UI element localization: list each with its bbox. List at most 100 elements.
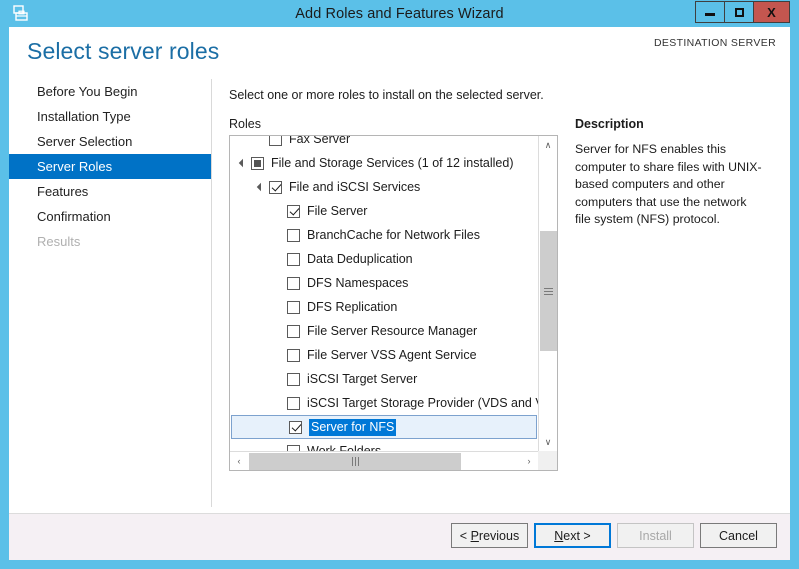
tree-row[interactable]: File Server: [230, 199, 538, 223]
tree-row[interactable]: File Server Resource Manager: [230, 319, 538, 343]
install-button: Install: [617, 523, 694, 548]
role-label: DFS Namespaces: [307, 276, 409, 290]
tree-row[interactable]: Fax Server: [230, 136, 538, 151]
roles-tree-list: Fax Server File and Storage Services (1 o…: [230, 136, 538, 451]
sidebar-item-features[interactable]: Features: [9, 179, 211, 204]
role-label: File and Storage Services (1 of 12 insta…: [271, 156, 514, 170]
role-checkbox[interactable]: [287, 204, 300, 218]
role-label: DFS Replication: [307, 300, 398, 314]
role-checkbox[interactable]: [287, 372, 300, 386]
role-checkbox[interactable]: [287, 252, 300, 266]
previous-button[interactable]: < Previous: [451, 523, 528, 548]
scroll-grip-icon: [351, 457, 359, 466]
destination-server-label: DESTINATION SERVER: [653, 37, 776, 49]
expand-twisty-icon[interactable]: [255, 180, 269, 194]
scroll-down-icon[interactable]: ∨: [539, 433, 557, 451]
tree-row[interactable]: iSCSI Target Server: [230, 367, 538, 391]
window-title: Add Roles and Features Wizard: [295, 5, 504, 22]
role-label: File Server Resource Manager: [307, 324, 478, 338]
role-label: Work Folders: [307, 444, 382, 451]
roles-label: Roles: [229, 117, 261, 131]
role-checkbox[interactable]: [287, 300, 300, 314]
wizard-body: Before You Begin Installation Type Serve…: [9, 79, 790, 514]
minimize-icon: [705, 13, 715, 16]
wizard-client-area: Select server roles DESTINATION SERVER B…: [9, 27, 790, 560]
main-panel: Select one or more roles to install on t…: [213, 79, 790, 507]
tree-row[interactable]: Work Folders: [230, 439, 538, 451]
footer-buttons: < Previous Next > Install Cancel: [451, 523, 777, 548]
role-checkbox[interactable]: [287, 348, 300, 362]
next-button[interactable]: Next >: [534, 523, 611, 548]
role-checkbox[interactable]: [287, 228, 300, 242]
role-checkbox[interactable]: [287, 276, 300, 290]
wizard-steps-nav: Before You Begin Installation Type Serve…: [9, 79, 212, 507]
roles-tree-viewport: Fax Server File and Storage Services (1 o…: [230, 136, 538, 451]
maximize-button[interactable]: [724, 1, 754, 23]
sidebar-item-before-you-begin[interactable]: Before You Begin: [9, 79, 211, 104]
sidebar-item-results: Results: [37, 234, 81, 249]
scrollbar-corner: [538, 451, 557, 470]
scroll-right-icon[interactable]: ›: [520, 452, 538, 470]
sidebar-item-server-selection[interactable]: Server Selection: [9, 129, 211, 154]
tree-row[interactable]: Server for NFS: [231, 415, 537, 439]
roles-tree[interactable]: Fax Server File and Storage Services (1 o…: [229, 135, 558, 471]
title-bar[interactable]: Add Roles and Features Wizard X: [9, 0, 790, 27]
scroll-grip-icon: [544, 287, 553, 295]
tree-row[interactable]: BranchCache for Network Files: [230, 223, 538, 247]
tree-row[interactable]: Data Deduplication: [230, 247, 538, 271]
expand-twisty-icon[interactable]: [237, 156, 251, 170]
role-label: iSCSI Target Server: [307, 372, 418, 386]
page-title: Select server roles: [27, 38, 220, 64]
role-checkbox[interactable]: [251, 156, 264, 170]
sidebar-item-installation-type[interactable]: Installation Type: [9, 104, 211, 129]
next-button-label: Next >: [554, 528, 591, 543]
tree-row[interactable]: iSCSI Target Storage Provider (VDS and V…: [230, 391, 538, 415]
role-label: Server for NFS: [309, 418, 397, 436]
role-label: Data Deduplication: [307, 252, 413, 266]
window-controls: X: [695, 1, 790, 23]
minimize-button[interactable]: [695, 1, 725, 23]
sidebar-item-confirmation[interactable]: Confirmation: [9, 204, 211, 229]
role-label: File Server VSS Agent Service: [307, 348, 477, 362]
role-label: File and iSCSI Services: [289, 180, 421, 194]
tree-row[interactable]: File Server VSS Agent Service: [230, 343, 538, 367]
tree-row[interactable]: DFS Replication: [230, 295, 538, 319]
previous-button-label: < Previous: [459, 528, 520, 543]
close-button[interactable]: X: [753, 1, 790, 23]
tree-row[interactable]: File and iSCSI Services: [230, 175, 538, 199]
scroll-up-icon[interactable]: ∧: [539, 136, 557, 154]
role-checkbox[interactable]: [287, 324, 300, 338]
tree-row[interactable]: DFS Namespaces: [230, 271, 538, 295]
roles-tree-horizontal-scrollbar[interactable]: ‹ ›: [230, 451, 538, 470]
tree-row[interactable]: File and Storage Services (1 of 12 insta…: [230, 151, 538, 175]
role-checkbox[interactable]: [289, 420, 302, 434]
role-label: iSCSI Target Storage Provider (VDS and V…: [307, 396, 538, 410]
cancel-button[interactable]: Cancel: [700, 523, 777, 548]
vertical-scroll-thumb[interactable]: [540, 231, 557, 351]
role-label: Fax Server: [289, 136, 351, 146]
role-label: BranchCache for Network Files: [307, 228, 480, 242]
role-label: File Server: [307, 204, 368, 218]
horizontal-scroll-thumb[interactable]: [249, 453, 461, 470]
description-text: Server for NFS enables this computer to …: [575, 142, 762, 227]
server-wizard-icon: [12, 5, 30, 23]
role-checkbox[interactable]: [269, 180, 282, 194]
maximize-icon: [734, 7, 744, 17]
role-checkbox[interactable]: [287, 396, 300, 410]
roles-tree-vertical-scrollbar[interactable]: ∧ ∨: [538, 136, 557, 451]
wizard-header: Select server roles DESTINATION SERVER: [9, 27, 790, 79]
sidebar-item-server-roles[interactable]: Server Roles: [9, 154, 211, 179]
role-checkbox[interactable]: [269, 136, 282, 146]
scroll-left-icon[interactable]: ‹: [230, 452, 248, 470]
description-label: Description: [575, 117, 644, 131]
